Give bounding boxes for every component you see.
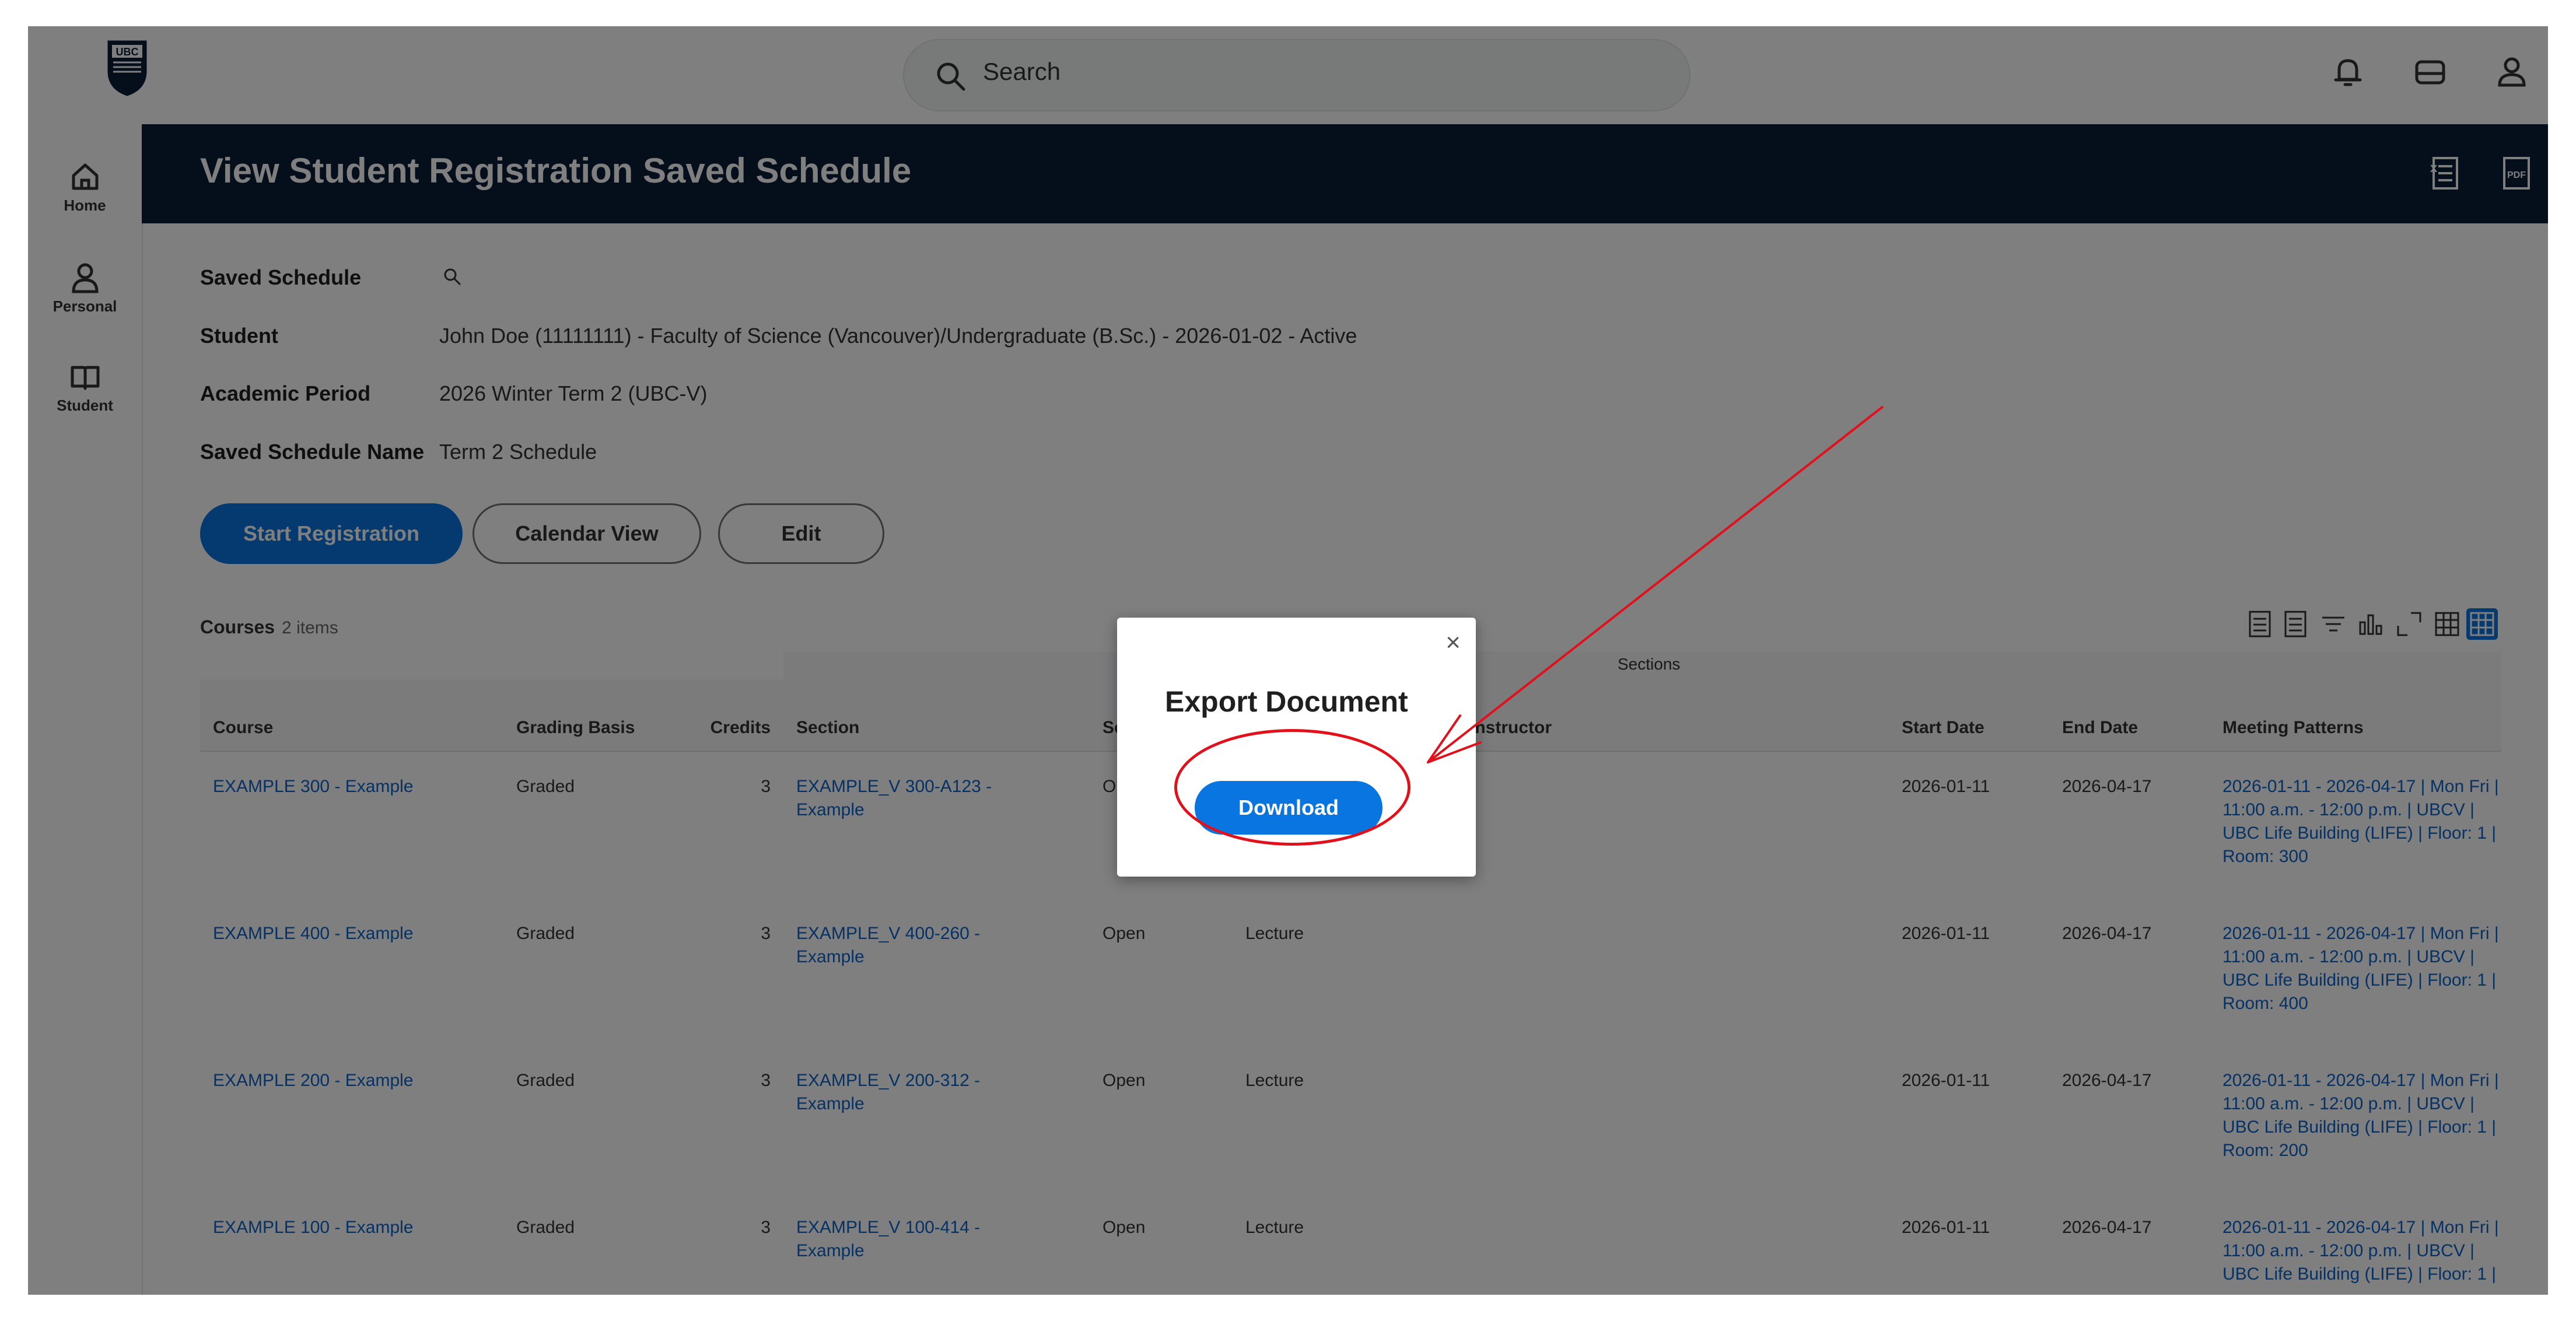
- app-window: UBC Search: [28, 26, 2548, 1295]
- annotation-circle: [1174, 729, 1410, 846]
- close-icon[interactable]: ×: [1446, 628, 1461, 657]
- dialog-title: Export Document: [1165, 685, 1408, 718]
